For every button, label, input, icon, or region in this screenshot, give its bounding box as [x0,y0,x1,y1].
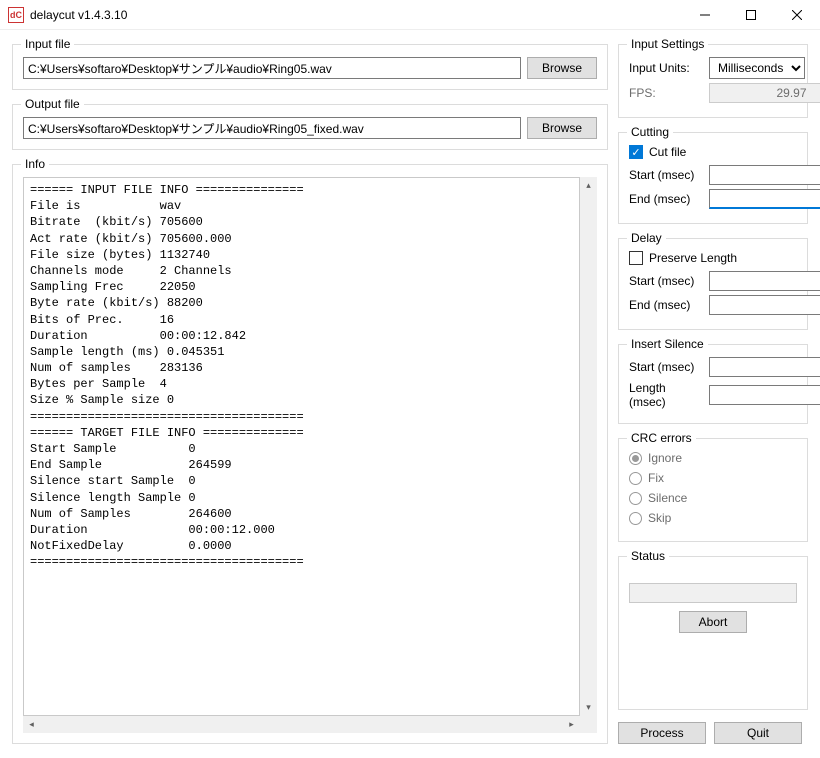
preserve-length-label: Preserve Length [649,251,737,265]
crc-label: CRC errors [627,431,696,445]
titlebar: dC delaycut v1.4.3.10 [0,0,820,30]
delay-end-label: End (msec) [629,298,703,312]
crc-silence-radio [629,492,642,505]
delay-group: Delay Preserve Length Start (msec) End (… [618,238,808,330]
cut-file-checkbox[interactable]: ✓ [629,145,643,159]
delay-start-input[interactable] [709,271,820,291]
input-settings-group: Input Settings Input Units: Milliseconds… [618,44,808,118]
crc-silence-row: Silence [629,491,797,505]
vertical-scrollbar[interactable] [580,177,597,716]
app-icon: dC [8,7,24,23]
input-units-select[interactable]: Milliseconds [709,57,805,79]
input-browse-button[interactable]: Browse [527,57,597,79]
output-browse-button[interactable]: Browse [527,117,597,139]
delay-label: Delay [627,231,666,245]
crc-ignore-row: Ignore [629,451,797,465]
cutting-start-input[interactable] [709,165,820,185]
process-button[interactable]: Process [618,722,706,744]
cutting-label: Cutting [627,125,673,139]
input-settings-label: Input Settings [627,37,708,51]
cut-file-checkbox-row[interactable]: ✓ Cut file [629,145,797,159]
close-button[interactable] [774,0,820,30]
crc-fix-row: Fix [629,471,797,485]
cutting-end-input[interactable] [709,189,820,209]
input-units-label: Input Units: [629,61,703,75]
info-group: Info ====== INPUT FILE INFO ============… [12,164,608,744]
output-file-path[interactable] [23,117,521,139]
crc-group: CRC errors Ignore Fix Silence Skip [618,438,808,542]
silence-label: Insert Silence [627,337,708,351]
output-file-label: Output file [21,97,84,111]
scrollbar-corner [580,716,597,733]
silence-length-label: Length (msec) [629,381,703,409]
horizontal-scrollbar[interactable] [23,716,580,733]
info-label: Info [21,157,49,171]
silence-group: Insert Silence Start (msec) Length (msec… [618,344,808,424]
abort-button[interactable]: Abort [679,611,747,633]
silence-length-input[interactable] [709,385,820,405]
cutting-group: Cutting ✓ Cut file Start (msec) End (mse… [618,132,808,224]
fps-input [709,83,820,103]
fps-label: FPS: [629,86,703,100]
silence-start-input[interactable] [709,357,820,377]
crc-skip-label: Skip [648,511,671,525]
status-group: Status Abort [618,556,808,710]
minimize-button[interactable] [682,0,728,30]
scroll-down-icon[interactable]: ▾ [580,699,597,716]
cutting-end-label: End (msec) [629,192,703,206]
silence-start-label: Start (msec) [629,360,703,374]
cutting-start-label: Start (msec) [629,168,703,182]
crc-skip-row: Skip [629,511,797,525]
delay-start-label: Start (msec) [629,274,703,288]
scroll-up-icon[interactable]: ▴ [580,177,597,194]
input-file-group: Input file Browse [12,44,608,90]
preserve-length-checkbox[interactable] [629,251,643,265]
crc-fix-label: Fix [648,471,664,485]
crc-ignore-label: Ignore [648,451,682,465]
status-progress [629,583,797,603]
info-text[interactable]: ====== INPUT FILE INFO =============== F… [23,177,580,716]
cut-file-label: Cut file [649,145,686,159]
input-file-label: Input file [21,37,74,51]
scroll-right-icon[interactable]: ▸ [563,716,580,733]
delay-end-input[interactable] [709,295,820,315]
crc-skip-radio [629,512,642,525]
window-title: delaycut v1.4.3.10 [30,8,682,22]
scroll-left-icon[interactable]: ◂ [23,716,40,733]
crc-silence-label: Silence [648,491,687,505]
maximize-button[interactable] [728,0,774,30]
input-file-path[interactable] [23,57,521,79]
preserve-length-checkbox-row[interactable]: Preserve Length [629,251,797,265]
quit-button[interactable]: Quit [714,722,802,744]
crc-ignore-radio [629,452,642,465]
output-file-group: Output file Browse [12,104,608,150]
crc-fix-radio [629,472,642,485]
status-label: Status [627,549,669,563]
